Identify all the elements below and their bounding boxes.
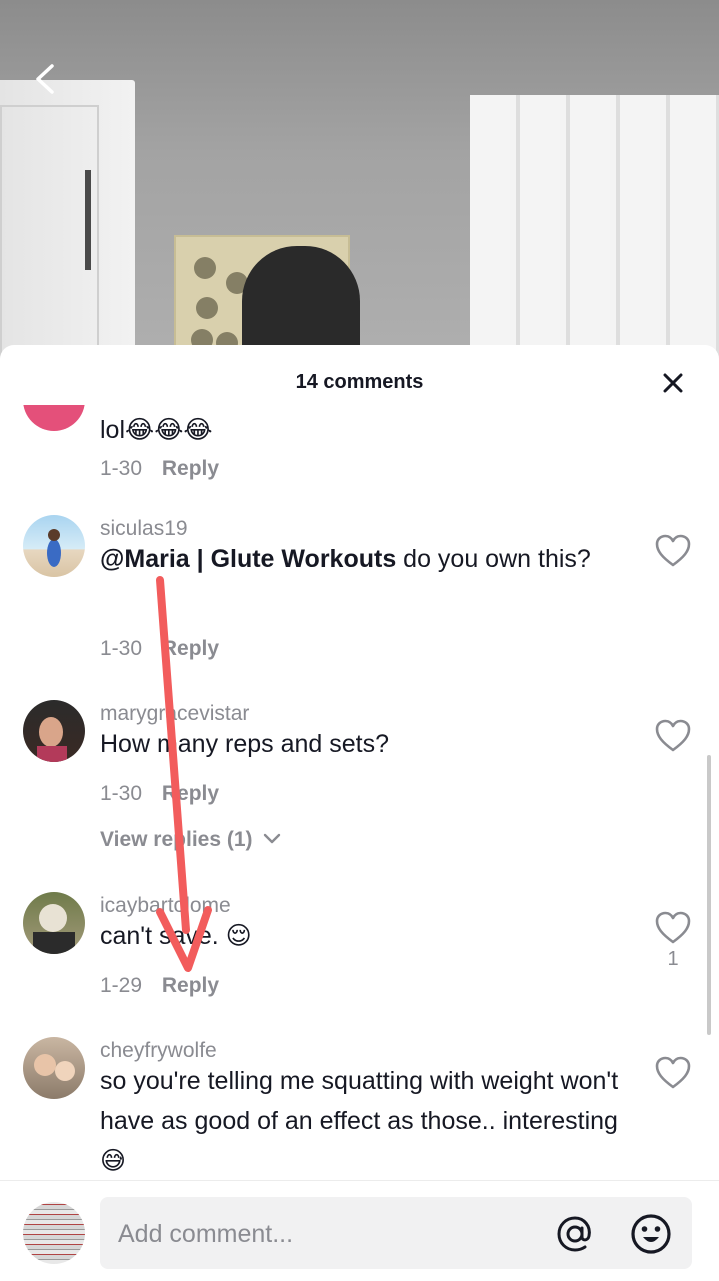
comment-date: 1-29 [100,974,143,997]
avatar[interactable] [23,700,85,762]
heart-outline-icon[interactable] [654,718,692,754]
reply-button[interactable]: Reply [162,637,219,660]
avatar[interactable] [23,515,85,577]
reply-button[interactable]: Reply [162,457,219,480]
comment-username[interactable]: icaybartolome [100,894,231,918]
comment-text: can't save. 😌 [100,922,252,950]
view-replies-button[interactable]: View replies (1) [100,828,282,852]
heart-outline-icon[interactable] [654,533,692,569]
current-user-avatar[interactable] [23,1202,85,1264]
door-right [470,95,719,380]
reply-button[interactable]: Reply [162,782,219,805]
comment-username[interactable]: marygracevistar [100,702,249,726]
comment-meta: 1-30 Reply [100,457,219,481]
comment-date: 1-30 [100,457,143,480]
comment-body: do you own this? [396,545,591,573]
avatar[interactable] [23,405,85,431]
video-background [0,0,719,380]
comment-text: How many reps and sets? [100,730,390,758]
like-count: 1 [667,948,679,970]
comment-date: 1-30 [100,637,143,660]
close-icon[interactable] [659,369,687,397]
avatar[interactable] [23,1037,85,1099]
comments-count-title: 14 comments [295,371,424,393]
chevron-down-icon [264,833,281,844]
comment-input-bar [0,1180,719,1281]
comment-input-box[interactable] [100,1197,692,1269]
comment-date: 1-30 [100,782,143,805]
reply-button[interactable]: Reply [162,974,219,997]
comments-list[interactable]: lol😂😂😂 1-30 Reply siculas19 @Maria | Glu… [0,405,719,1180]
back-chevron-icon[interactable] [30,62,64,96]
heart-outline-icon[interactable] [654,1055,692,1091]
emoji-icon[interactable] [630,1213,672,1255]
comment-meta: 1-30 Reply [100,782,219,806]
heart-outline-icon[interactable] [654,910,692,946]
comment-input[interactable] [116,1211,530,1257]
comment-meta: 1-29 Reply [100,974,219,998]
comment-username[interactable]: siculas19 [100,517,188,541]
comment-text: so you're telling me squatting with weig… [100,1067,619,1175]
comment-meta: 1-30 Reply [100,637,219,661]
comment-text: lol😂😂😂 [100,416,213,444]
at-sign-icon[interactable] [555,1214,595,1254]
view-replies-label: View replies (1) [100,828,253,851]
comments-scrollbar[interactable] [707,755,711,1035]
comment-text: @Maria | Glute Workouts do you own this? [100,539,620,579]
comments-sheet: 14 comments lol😂😂😂 1-30 Reply siculas19 … [0,345,719,1280]
door-left [0,80,135,380]
comment-username[interactable]: cheyfrywolfe [100,1039,217,1063]
avatar[interactable] [23,892,85,954]
mention-link[interactable]: @Maria | Glute Workouts [100,545,396,573]
